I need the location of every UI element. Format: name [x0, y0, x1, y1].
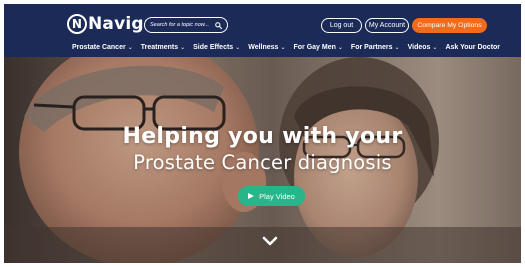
nav-label: Treatments: [140, 44, 179, 51]
nav-item-wellness[interactable]: Wellness ⌄: [248, 44, 285, 51]
search-icon[interactable]: [215, 21, 222, 29]
hero-headline: Helping you with your: [122, 124, 403, 149]
play-video-label: Play Video: [259, 191, 295, 201]
my-account-button[interactable]: My Account: [365, 18, 409, 33]
play-video-button[interactable]: Play Video: [238, 186, 305, 206]
page-frame: N Navigate Search for a topic now... Log…: [4, 4, 521, 263]
chevron-down-icon[interactable]: [262, 236, 278, 246]
nav-label: Side Effects: [193, 44, 234, 51]
nav-label: For Partners: [350, 44, 393, 51]
search-input[interactable]: Search for a topic now...: [144, 17, 228, 33]
nav-item-side-effects[interactable]: Side Effects ⌄: [193, 44, 240, 51]
nav-item-for-partners[interactable]: For Partners ⌄: [351, 44, 400, 51]
logout-button[interactable]: Log out: [321, 18, 362, 33]
site-header: N Navigate Search for a topic now... Log…: [4, 4, 521, 57]
nav-label: Wellness: [248, 44, 279, 51]
chevron-down-icon: ⌄: [337, 45, 343, 51]
hero-banner: Helping you with your Prostate Cancer di…: [4, 57, 521, 263]
nav-label: For Gay Men: [293, 44, 336, 51]
chevron-down-icon: ⌄: [235, 45, 241, 51]
search-placeholder: Search for a topic now...: [150, 22, 210, 28]
compare-options-button[interactable]: Compare My Options: [412, 18, 487, 33]
nav-item-ask-your-doctor[interactable]: Ask Your Doctor: [445, 44, 500, 51]
logo-mark-icon: N: [67, 14, 87, 34]
nav-label: Ask Your Doctor: [445, 44, 501, 51]
play-icon: [248, 193, 255, 199]
hero-subline: Prostate Cancer diagnosis: [133, 151, 392, 174]
nav-label: Videos: [407, 44, 431, 51]
nav-item-prostate-cancer[interactable]: Prostate Cancer ⌄: [72, 44, 133, 51]
main-nav: Prostate Cancer ⌄ Treatments ⌄ Side Effe…: [72, 42, 500, 53]
nav-item-for-gay-men[interactable]: For Gay Men ⌄: [293, 44, 342, 51]
chevron-down-icon: ⌄: [127, 45, 133, 51]
nav-item-videos[interactable]: Videos ⌄: [408, 44, 438, 51]
chevron-down-icon: ⌄: [394, 45, 400, 51]
nav-label: Prostate Cancer: [72, 44, 126, 51]
chevron-down-icon: ⌄: [280, 45, 286, 51]
chevron-down-icon: ⌄: [180, 45, 186, 51]
nav-item-treatments[interactable]: Treatments ⌄: [141, 44, 185, 51]
chevron-down-icon: ⌄: [432, 45, 438, 51]
